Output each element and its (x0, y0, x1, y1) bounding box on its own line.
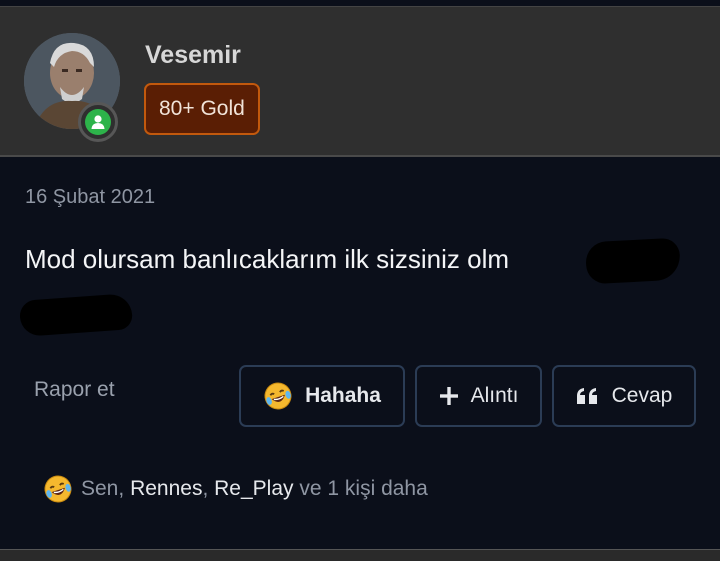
report-link[interactable]: Rapor et (34, 378, 115, 402)
bottom-divider (0, 549, 720, 561)
reactor-more[interactable]: ve 1 kişi daha (299, 477, 427, 500)
reactor-user[interactable]: Re_Play (214, 477, 293, 500)
reply-label: Cevap (611, 384, 673, 407)
reply-button[interactable]: Cevap (552, 365, 696, 427)
redaction-scribble (18, 293, 134, 337)
haha-label: Hahaha (305, 384, 381, 407)
quote-icon (576, 388, 597, 404)
online-status-icon (78, 102, 118, 142)
redaction-scribble (584, 237, 682, 285)
laughing-emoji-icon (44, 475, 72, 503)
quote-label: Alıntı (470, 384, 519, 407)
user-rank-badge: 80+ Gold (144, 83, 260, 135)
reactor-you: Sen (81, 477, 119, 500)
haha-reaction-button[interactable]: Hahaha (239, 365, 405, 427)
post-author-header: Vesemir 80+ Gold (0, 6, 720, 157)
quote-button[interactable]: Alıntı (415, 365, 542, 427)
post-date[interactable]: 16 Şubat 2021 (25, 186, 155, 209)
plus-icon (439, 387, 458, 405)
reactor-separator: , (118, 477, 125, 500)
author-name[interactable]: Vesemir (145, 41, 241, 70)
reactor-user[interactable]: Rennes (130, 477, 202, 500)
laughing-emoji-icon (264, 382, 292, 410)
reaction-summary[interactable]: Sen, Rennes, Re_Play ve 1 kişi daha (43, 474, 428, 504)
post-message: Mod olursam banlıcaklarım ilk sizsiniz o… (25, 244, 510, 274)
reactor-separator: , (202, 477, 209, 500)
